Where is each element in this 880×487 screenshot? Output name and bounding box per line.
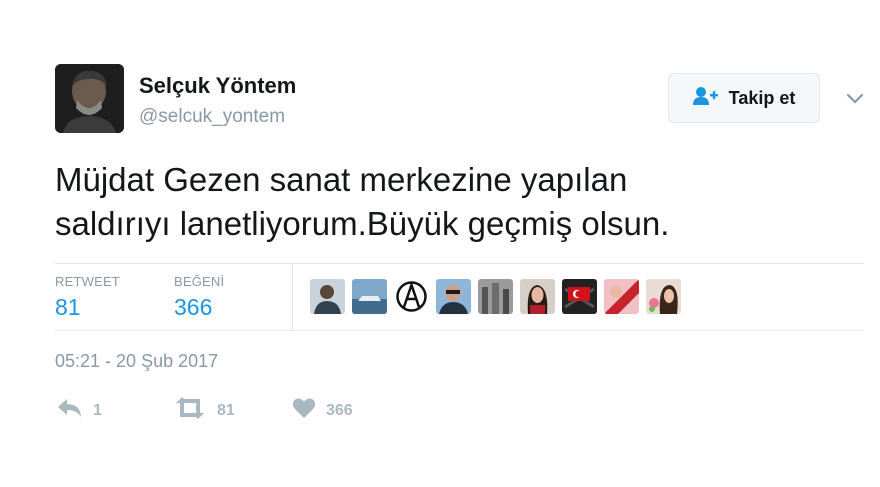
user-name[interactable]: Selçuk Yöntem	[139, 73, 296, 99]
follow-button-label: Takip et	[728, 87, 796, 108]
like-stat-label: BEĞENİ	[174, 274, 225, 289]
liker-avatar[interactable]	[436, 279, 471, 314]
user-handle[interactable]: @selcuk_yontem	[139, 106, 285, 128]
tweet-text-line: saldırıyı lanetliyorum.Büyük geçmiş olsu…	[55, 205, 670, 242]
tweet-text-line: Müjdat Gezen sanat merkezine yapılan	[55, 161, 628, 198]
add-user-icon	[692, 86, 719, 111]
liker-avatar[interactable]	[394, 279, 429, 314]
retweet-icon	[173, 397, 207, 424]
liker-avatars	[310, 279, 681, 314]
tweet-timestamp[interactable]: 05:21 - 20 Şub 2017	[55, 351, 218, 372]
retweet-stat-label: RETWEET	[55, 274, 120, 289]
retweet-button[interactable]: 81	[173, 397, 235, 424]
divider	[292, 264, 293, 330]
heart-icon	[292, 397, 316, 424]
liker-avatar[interactable]	[352, 279, 387, 314]
follow-button[interactable]: Takip et	[668, 73, 820, 123]
liker-avatar[interactable]	[310, 279, 345, 314]
liker-avatar[interactable]	[562, 279, 597, 314]
retweet-stat-count[interactable]: 81	[55, 294, 81, 321]
tweet-text: Müjdat Gezen sanat merkezine yapılan sal…	[55, 158, 845, 246]
retweet-count: 81	[217, 401, 235, 419]
like-stat-count[interactable]: 366	[174, 294, 212, 321]
reply-count: 1	[93, 401, 102, 419]
chevron-down-icon[interactable]	[845, 88, 865, 108]
like-button[interactable]: 366	[292, 397, 353, 424]
liker-avatar[interactable]	[604, 279, 639, 314]
liker-avatar[interactable]	[520, 279, 555, 314]
like-count: 366	[326, 401, 353, 419]
divider	[55, 330, 864, 331]
liker-avatar[interactable]	[646, 279, 681, 314]
reply-button[interactable]: 1	[57, 397, 102, 424]
avatar[interactable]	[55, 64, 124, 133]
liker-avatar[interactable]	[478, 279, 513, 314]
reply-icon	[57, 397, 83, 424]
avatar-image	[55, 64, 124, 133]
divider	[55, 263, 864, 264]
